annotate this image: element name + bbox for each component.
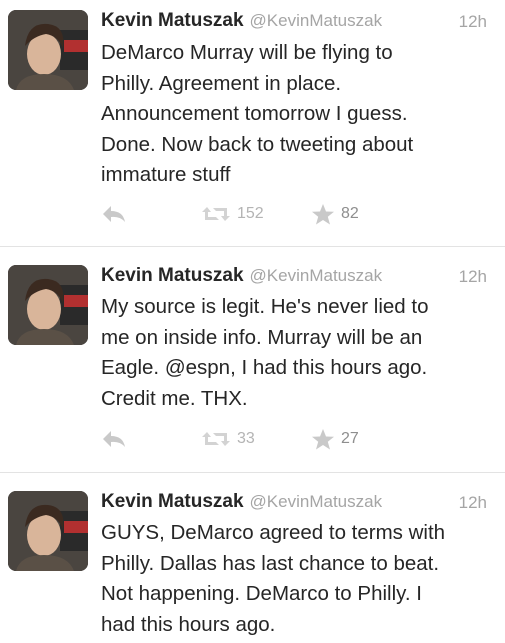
author-handle[interactable]: @KevinMatuszak — [250, 492, 383, 511]
favorite-count: 27 — [341, 430, 359, 447]
tweet-header: Kevin Matuszak @KevinMatuszak 12h — [101, 10, 495, 36]
tweet[interactable]: Kevin Matuszak @KevinMatuszak 12h DeMarco… — [0, 0, 505, 246]
tweet-actions: 33 27 — [101, 427, 401, 451]
reply-arrow-icon — [103, 206, 125, 222]
star-icon — [312, 204, 334, 225]
retweet-icon — [202, 207, 230, 221]
star-icon — [312, 429, 334, 450]
tweet[interactable]: Kevin Matuszak @KevinMatuszak 12h GUYS, D… — [0, 473, 505, 643]
retweet-button[interactable]: 152 — [201, 202, 264, 226]
tweet-feed: Kevin Matuszak @KevinMatuszak 12h DeMarco… — [0, 0, 505, 643]
author-name[interactable]: Kevin Matuszak — [101, 491, 244, 512]
tweet[interactable]: Kevin Matuszak @KevinMatuszak 12h My sour… — [0, 247, 505, 472]
tweet-actions: 152 82 — [101, 202, 401, 226]
favorite-button[interactable]: 82 — [311, 202, 359, 226]
tweet-text: GUYS, DeMarco agreed to terms with Phill… — [101, 521, 446, 636]
avatar-photo — [8, 265, 88, 345]
retweet-icon — [202, 432, 230, 446]
avatar-photo — [8, 10, 88, 90]
author-name[interactable]: Kevin Matuszak — [101, 265, 244, 286]
reply-button[interactable] — [101, 202, 127, 226]
avatar-photo — [8, 491, 88, 571]
timestamp: 12h — [458, 267, 487, 286]
timestamp: 12h — [458, 12, 487, 31]
retweet-count: 152 — [237, 205, 264, 222]
tweet-text: DeMarco Murray will be flying to Philly.… — [101, 41, 414, 186]
tweet-text: My source is legit. He's never lied to m… — [101, 295, 429, 410]
retweet-button[interactable]: 33 — [201, 427, 255, 451]
timestamp: 12h — [458, 493, 487, 512]
avatar[interactable] — [8, 10, 88, 90]
reply-arrow-icon — [103, 431, 125, 447]
retweet-count: 33 — [237, 430, 255, 447]
author-name[interactable]: Kevin Matuszak — [101, 10, 244, 31]
tweet-header: Kevin Matuszak @KevinMatuszak 12h — [101, 265, 495, 291]
favorite-count: 82 — [341, 205, 359, 222]
favorite-button[interactable]: 27 — [311, 427, 359, 451]
author-handle[interactable]: @KevinMatuszak — [250, 266, 383, 285]
avatar[interactable] — [8, 491, 88, 571]
author-handle[interactable]: @KevinMatuszak — [250, 11, 383, 30]
reply-button[interactable] — [101, 427, 127, 451]
avatar[interactable] — [8, 265, 88, 345]
tweet-header: Kevin Matuszak @KevinMatuszak 12h — [101, 491, 495, 517]
